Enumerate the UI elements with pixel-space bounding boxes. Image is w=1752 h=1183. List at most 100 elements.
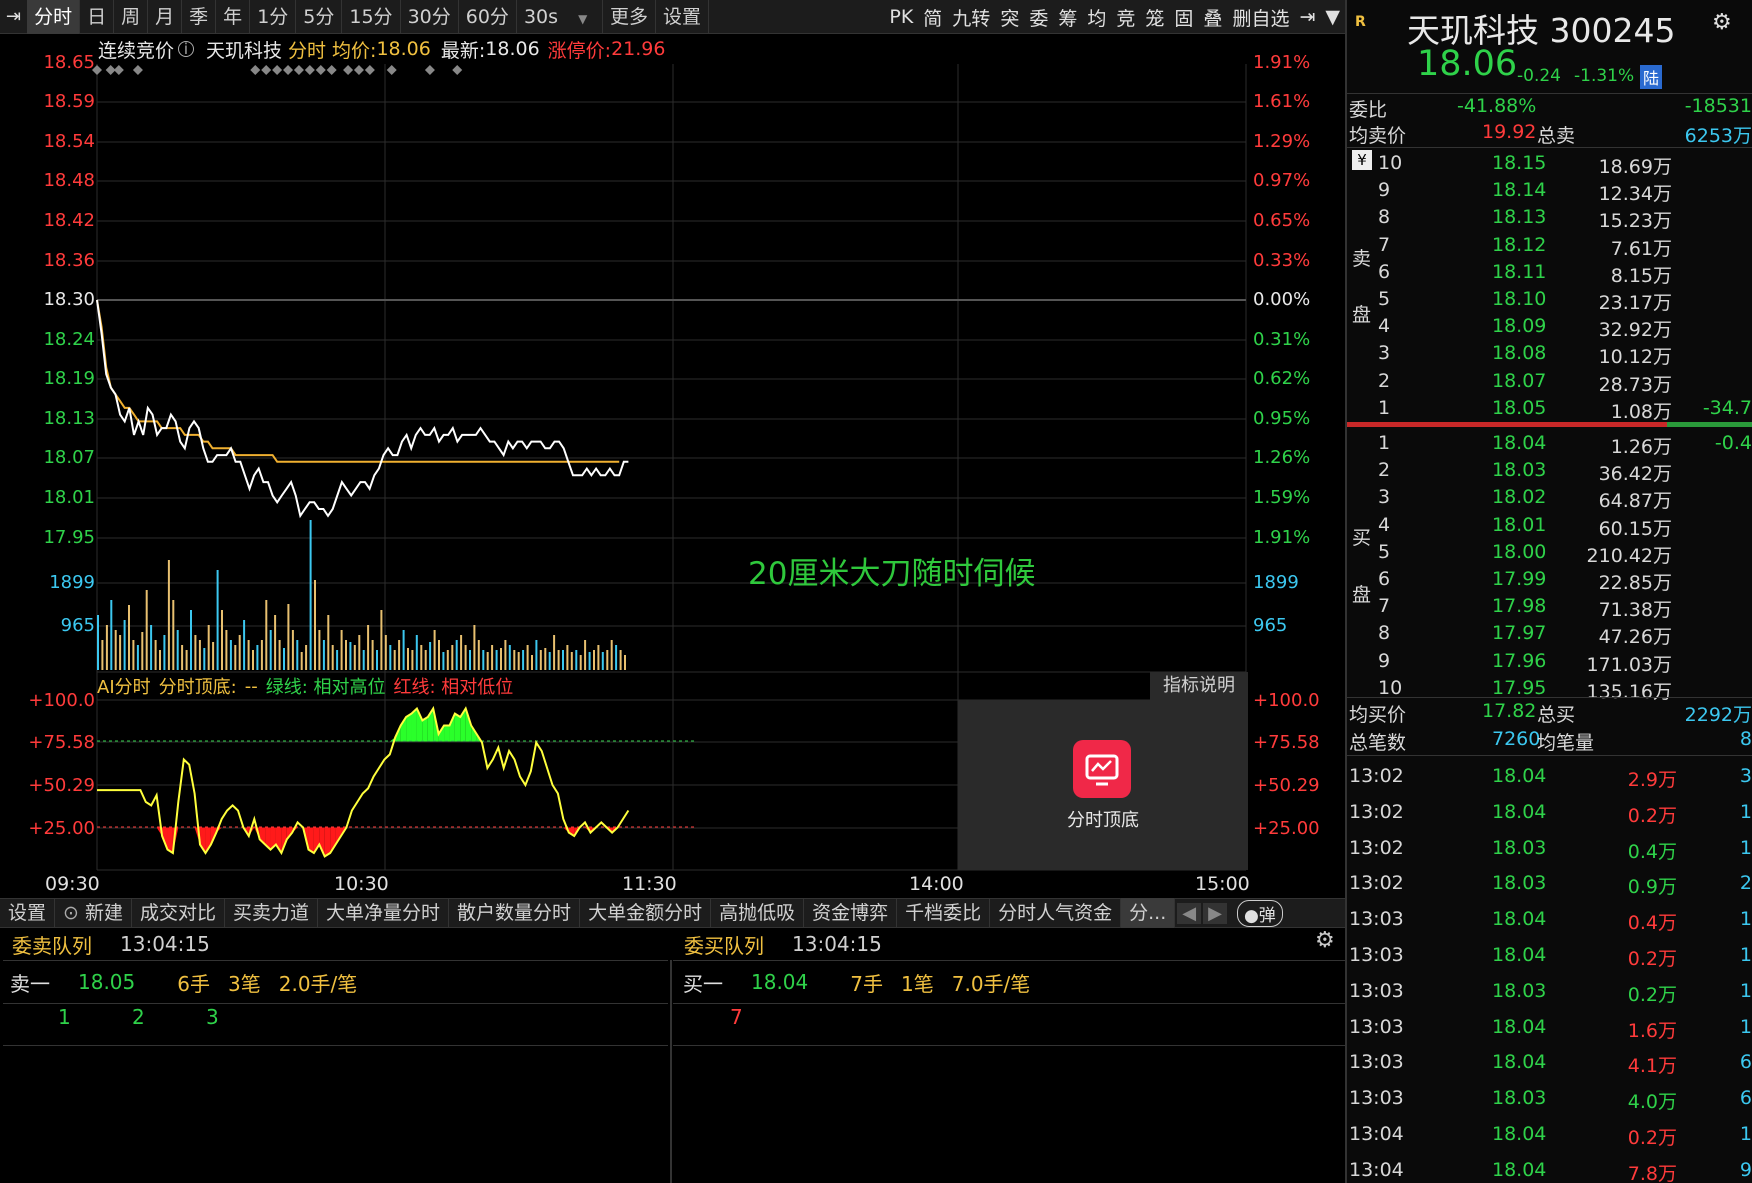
tick-amount: 0.2万 [1627, 1127, 1677, 1149]
sell-level-row[interactable]: 8 18.13 15.23万 [1347, 204, 1752, 232]
volume-bar [207, 625, 210, 670]
tick-count: 1 [1739, 944, 1752, 966]
sell-level-row[interactable]: 5 18.10 23.17万 [1347, 286, 1752, 314]
sell-level-row[interactable]: 2 18.07 28.73万 [1347, 368, 1752, 396]
queue-gear-icon[interactable]: ⚙ [1315, 928, 1335, 953]
tab-big-order-amount[interactable]: 大单金额分时 [580, 898, 712, 928]
volume-bar [176, 630, 179, 670]
level-number: 7 [1378, 233, 1391, 256]
volume-bar [438, 640, 440, 670]
tick-row[interactable]: 13:03 18.04 4.1万 6 [1347, 1045, 1752, 1081]
sell-level-row[interactable]: 9 18.14 12.34万 [1347, 177, 1752, 205]
event-marker[interactable] [250, 65, 261, 75]
ai-topbottom-widget[interactable]: 分时顶底 [958, 700, 1248, 870]
event-marker[interactable] [283, 65, 294, 75]
level-volume: 22.85万 [1598, 572, 1672, 594]
tab-retail-count[interactable]: 散户数量分时 [449, 898, 581, 928]
buy-level-row[interactable]: 8 17.97 47.26万 [1347, 620, 1752, 648]
buy-level-row[interactable]: 6 17.99 22.85万 [1347, 566, 1752, 594]
level-number: 3 [1378, 342, 1391, 365]
tab-volume-compare[interactable]: 成交对比 [132, 898, 226, 928]
tab-high-sell-low-buy[interactable]: 高抛低吸 [711, 898, 805, 928]
sell-level-row[interactable]: 3 18.08 10.12万 [1347, 340, 1752, 368]
time-tick: 11:30 [622, 873, 677, 895]
tick-row[interactable]: 13:03 18.04 0.2万 1 [1347, 938, 1752, 974]
level-number: 6 [1378, 260, 1391, 283]
r-tag: R [1355, 14, 1366, 30]
event-marker[interactable] [386, 65, 397, 75]
level-price: 18.13 [1492, 206, 1547, 229]
buy-level-row[interactable]: 1 18.04 1.26万 -0.4 [1347, 430, 1752, 458]
pct-tick: 0.62% [1253, 368, 1311, 389]
popup-toggle[interactable]: ●弹 [1236, 899, 1283, 927]
buy-level-row[interactable]: 4 18.01 60.15万 [1347, 512, 1752, 540]
tick-row[interactable]: 13:02 18.04 2.9万 3 [1347, 759, 1752, 795]
tick-count: 1 [1739, 908, 1752, 931]
tick-amount: 0.9万 [1627, 876, 1677, 899]
buy-level-avg: 7.0手/笔 [951, 971, 1031, 996]
sell-level-row[interactable]: 4 18.09 32.92万 [1347, 313, 1752, 341]
total-trades-label: 总笔数 [1349, 732, 1407, 754]
buy-level-row[interactable]: 5 18.00 210.42万 [1347, 539, 1752, 567]
tab-new[interactable]: ⊙ 新建 [55, 898, 132, 928]
event-marker[interactable] [452, 65, 463, 75]
event-marker[interactable] [293, 65, 304, 75]
pct-tick: 0.97% [1253, 170, 1311, 191]
tab-big-order-net[interactable]: 大单净量分时 [318, 898, 450, 928]
volume-bar [247, 640, 250, 670]
tick-row[interactable]: 13:02 18.03 0.4万 1 [1347, 831, 1752, 867]
tick-price: 18.04 [1492, 908, 1547, 931]
volume-bar [562, 650, 564, 670]
event-marker[interactable] [364, 65, 375, 75]
volume-bar [287, 604, 290, 670]
tab-buy-sell-power[interactable]: 买卖力道 [225, 898, 319, 928]
sell-level-row[interactable]: 10 18.15 18.69万 [1347, 150, 1752, 178]
tick-row[interactable]: 13:03 18.03 4.0万 6 [1347, 1081, 1752, 1117]
ai-indicator-header: AI分时 分时顶底: -- 绿线: 相对高位 红线: 相对低位 [97, 672, 1247, 700]
event-marker[interactable] [113, 65, 124, 75]
buy-level-row[interactable]: 7 17.98 71.38万 [1347, 593, 1752, 621]
tick-row[interactable]: 13:03 18.04 0.4万 1 [1347, 902, 1752, 938]
tick-row[interactable]: 13:04 18.04 0.2万 1 [1347, 1117, 1752, 1153]
volume-bar [495, 650, 498, 670]
sell-level-row[interactable]: 7 18.12 7.61万 [1347, 232, 1752, 260]
sell-level-row[interactable]: 6 18.11 8.15万 [1347, 259, 1752, 287]
tab-more[interactable]: 分... [1121, 898, 1176, 928]
sell-level-row[interactable]: 1 18.05 1.08万 -34.7 [1347, 395, 1752, 423]
volume-bar [429, 642, 432, 670]
event-marker[interactable] [304, 65, 315, 75]
tab-fund-game[interactable]: 资金博弈 [804, 898, 898, 928]
event-marker[interactable] [261, 65, 272, 75]
ai-low-segment [324, 827, 331, 857]
buy-level-row[interactable]: 3 18.02 64.87万 [1347, 484, 1752, 512]
volume-bar [384, 635, 387, 670]
chart-annotation: 20厘米大刀随时伺候 [748, 556, 1036, 592]
event-marker[interactable] [326, 65, 337, 75]
event-marker[interactable] [424, 65, 435, 75]
event-marker[interactable] [132, 65, 143, 75]
avg-buy-value: 17.82 [1482, 700, 1537, 722]
tabs-prev-icon[interactable]: ◀ [1177, 902, 1202, 924]
event-marker[interactable] [343, 65, 354, 75]
buy-level-row[interactable]: 2 18.03 36.42万 [1347, 457, 1752, 485]
buy-level-row[interactable]: 9 17.96 171.03万 [1347, 648, 1752, 676]
tab-popularity-fund[interactable]: 分时人气资金 [990, 898, 1122, 928]
tick-row[interactable]: 13:03 18.04 1.6万 1 [1347, 1010, 1752, 1046]
volume-bar [367, 625, 370, 670]
tab-thousand-ratio[interactable]: 千档委比 [897, 898, 991, 928]
tick-count: 3 [1739, 765, 1752, 787]
tick-row[interactable]: 13:02 18.03 0.9万 2 [1347, 866, 1752, 902]
event-marker[interactable] [315, 65, 326, 75]
tick-row[interactable]: 13:04 18.04 7.8万 9 [1347, 1153, 1752, 1183]
tabs-next-icon[interactable]: ▶ [1203, 902, 1227, 924]
indicator-explain-button[interactable]: 指标说明 [1150, 672, 1248, 700]
event-marker[interactable] [272, 65, 283, 75]
tick-row[interactable]: 13:03 18.03 0.2万 1 [1347, 974, 1752, 1010]
tick-row[interactable]: 13:02 18.04 0.2万 1 [1347, 795, 1752, 831]
tick-count: 9 [1739, 1158, 1752, 1181]
tab-settings[interactable]: 设置 [0, 898, 56, 928]
event-marker[interactable] [353, 65, 364, 75]
quote-gear-icon[interactable]: ⚙ [1712, 10, 1732, 35]
volume-bar [172, 600, 175, 670]
volume-bar [588, 652, 591, 670]
